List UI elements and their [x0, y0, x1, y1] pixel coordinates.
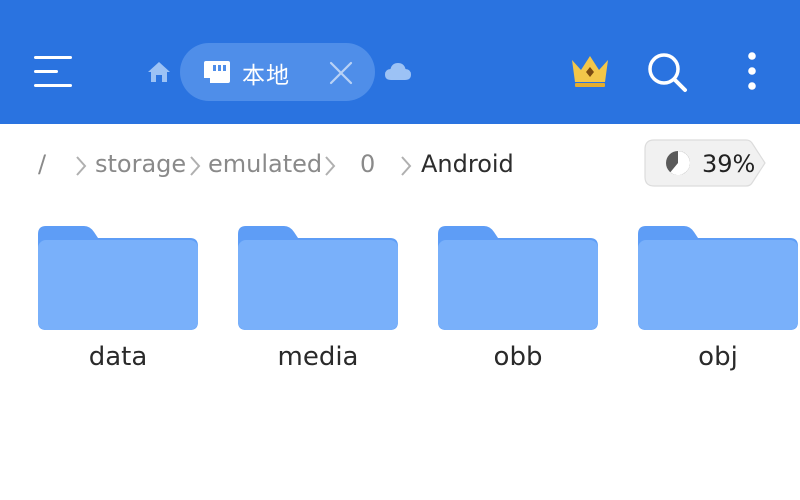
folder-item-obb[interactable]: obb — [438, 222, 598, 382]
chevron-right-icon — [325, 156, 336, 176]
tab-local-storage[interactable]: 本地 — [180, 43, 375, 101]
breadcrumb-item-emulated[interactable]: emulated — [208, 150, 322, 178]
storage-usage-badge[interactable]: 39% — [644, 139, 766, 187]
folder-name: data — [88, 342, 148, 372]
folder-icon — [238, 226, 398, 330]
folder-item-obj[interactable]: obj — [638, 222, 798, 382]
home-button[interactable] — [145, 58, 173, 86]
pie-chart-icon — [666, 151, 690, 175]
close-tab-button[interactable] — [328, 60, 354, 86]
folder-icon — [638, 226, 798, 330]
folder-name: obj — [698, 342, 738, 372]
premium-button[interactable] — [568, 52, 612, 90]
menu-button[interactable] — [30, 50, 76, 94]
search-icon — [648, 53, 687, 92]
search-button[interactable] — [645, 50, 689, 94]
folder-item-data[interactable]: data — [38, 222, 198, 382]
folder-name: media — [277, 342, 359, 372]
chevron-right-icon — [190, 156, 201, 176]
crown-icon — [572, 56, 608, 87]
more-options-button[interactable] — [740, 50, 764, 94]
cloud-button[interactable] — [383, 60, 413, 84]
top-app-bar: 本地 — [0, 0, 800, 124]
folder-icon — [438, 226, 598, 330]
breadcrumb: / storage emulated 0 Android — [0, 140, 640, 190]
chevron-right-icon — [76, 156, 87, 176]
folder-item-media[interactable]: media — [238, 222, 398, 382]
home-icon — [148, 62, 170, 82]
tab-label: 本地 — [242, 63, 290, 89]
chevron-right-icon — [401, 156, 412, 176]
close-icon — [329, 61, 353, 85]
breadcrumb-root[interactable]: / — [38, 150, 46, 178]
folder-name: obb — [493, 342, 543, 372]
breadcrumb-item-android[interactable]: Android — [421, 150, 514, 178]
breadcrumb-item-storage[interactable]: storage — [95, 150, 186, 178]
menu-icon — [34, 56, 72, 87]
folder-icon — [38, 226, 198, 330]
cloud-icon — [385, 63, 411, 80]
more-vertical-icon — [748, 52, 756, 90]
storage-usage-percent: 39% — [702, 150, 756, 178]
sd-card-icon — [204, 61, 230, 83]
breadcrumb-item-0[interactable]: 0 — [360, 150, 375, 178]
